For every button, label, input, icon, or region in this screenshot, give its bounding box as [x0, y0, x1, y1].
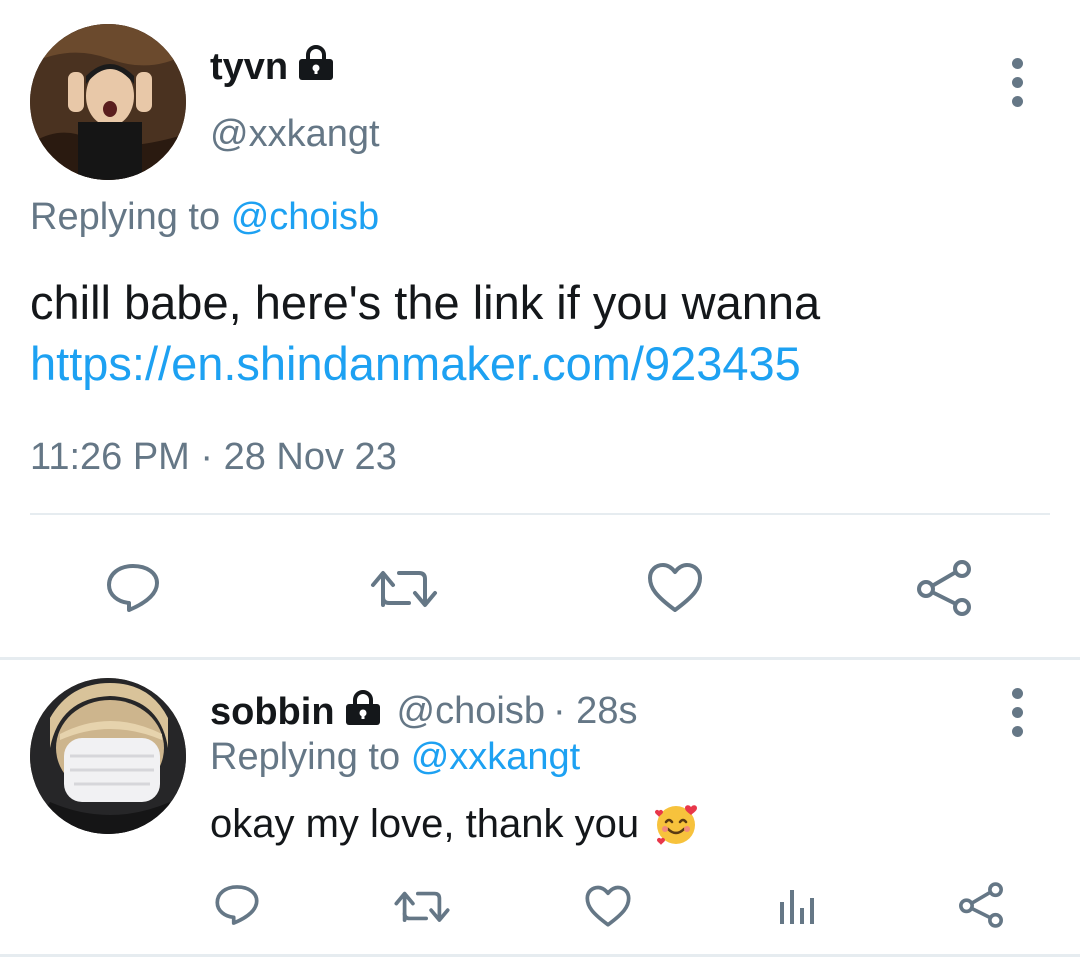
tweet-separator: [0, 657, 1080, 660]
share-icon: [917, 560, 971, 616]
share-button[interactable]: [912, 558, 976, 618]
lock-icon: [296, 45, 336, 88]
display-name-text: sobbin: [210, 690, 335, 733]
reply-icon: [107, 564, 159, 612]
avatar[interactable]: [30, 678, 186, 834]
reply-header: sobbin @choisb · 28s: [210, 690, 637, 733]
more-vertical-icon[interactable]: [1010, 58, 1024, 107]
reply-text: okay my love, thank you: [210, 802, 640, 846]
replying-to-line: Replying to @choisb: [30, 198, 379, 236]
tweet-time[interactable]: · 28s: [553, 690, 637, 733]
divider: [30, 513, 1050, 515]
reply-button[interactable]: [212, 882, 262, 928]
reply-body: okay my love, thank you: [210, 800, 699, 848]
replying-to-link[interactable]: @xxkangt: [411, 736, 581, 778]
tweet-link[interactable]: https://en.shindanmaker.com/923435: [30, 333, 1050, 394]
tweet-timestamp[interactable]: 11:26 PM · 28 Nov 23: [30, 438, 397, 476]
share-icon: [959, 882, 1003, 928]
display-name[interactable]: sobbin: [210, 690, 383, 733]
smiling-face-with-hearts-icon: [653, 801, 699, 847]
heart-icon: [648, 563, 702, 612]
replying-prefix: Replying to: [210, 736, 401, 778]
tweet-body: chill babe, here's the link if you wanna…: [30, 272, 1050, 394]
share-button[interactable]: [955, 880, 1007, 930]
like-button[interactable]: [645, 560, 705, 616]
replying-to-line: Replying to @xxkangt: [210, 738, 580, 776]
heart-icon: [585, 885, 631, 927]
avatar[interactable]: [30, 24, 186, 180]
display-name-text: tyvn: [210, 45, 289, 88]
more-vertical-icon[interactable]: [1010, 688, 1024, 737]
analytics-icon: [780, 890, 814, 924]
analytics-button[interactable]: [774, 884, 818, 928]
handle[interactable]: @choisb: [397, 690, 545, 733]
replying-to-link[interactable]: @choisb: [231, 196, 379, 238]
replying-prefix: Replying to: [30, 196, 221, 238]
retweet-button[interactable]: [368, 560, 440, 616]
display-name[interactable]: tyvn: [210, 45, 336, 88]
tweet-text: chill babe, here's the link if you wanna: [30, 276, 821, 329]
lock-icon: [343, 690, 383, 733]
retweet-icon: [394, 891, 450, 922]
retweet-icon: [371, 571, 437, 607]
like-button[interactable]: [583, 884, 633, 928]
retweet-button[interactable]: [392, 884, 452, 928]
handle[interactable]: @xxkangt: [210, 115, 380, 153]
reply-button[interactable]: [103, 560, 163, 616]
reply-icon: [215, 885, 259, 925]
